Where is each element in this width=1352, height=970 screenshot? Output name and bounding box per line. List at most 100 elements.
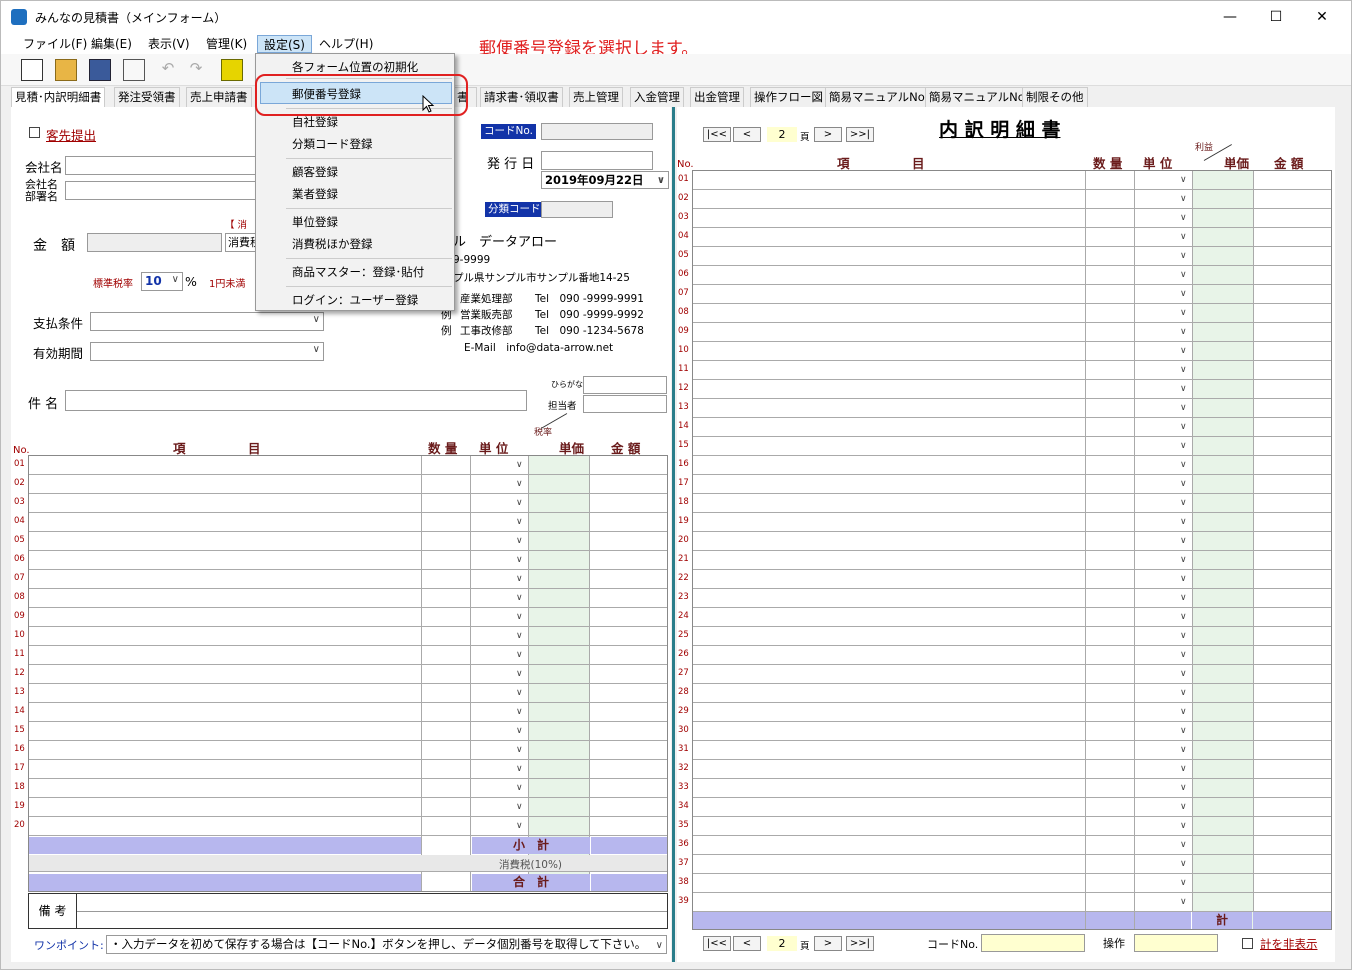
unit-dropdown-chevron-icon[interactable]: ∨ — [516, 631, 523, 641]
unit-dropdown-chevron-icon[interactable]: ∨ — [516, 726, 523, 736]
table-row[interactable] — [693, 436, 1331, 437]
unit-dropdown-chevron-icon[interactable]: ∨ — [516, 669, 523, 679]
last-page-button-bottom[interactable]: >>| — [846, 936, 874, 951]
table-row[interactable] — [693, 189, 1331, 190]
unit-dropdown-chevron-icon[interactable]: ∨ — [1180, 897, 1187, 907]
hide-total-label[interactable]: 計を非表示 — [1260, 936, 1318, 952]
menu-view[interactable]: 表示(V) — [142, 35, 196, 53]
page-number-bottom[interactable]: 2 — [767, 936, 797, 951]
last-page-button[interactable]: >>| — [846, 127, 874, 142]
table-row[interactable] — [693, 626, 1331, 627]
table-row[interactable] — [693, 455, 1331, 456]
unit-dropdown-chevron-icon[interactable]: ∨ — [1180, 764, 1187, 774]
unit-dropdown-chevron-icon[interactable]: ∨ — [1180, 479, 1187, 489]
kyakusaki-label[interactable]: 客先提出 — [46, 125, 96, 144]
table-row[interactable] — [29, 797, 667, 798]
menu-file[interactable]: ファイル(F) — [17, 35, 93, 53]
table-row[interactable] — [693, 531, 1331, 532]
table-row[interactable] — [29, 512, 667, 513]
table-row[interactable] — [693, 303, 1331, 304]
unit-dropdown-chevron-icon[interactable]: ∨ — [516, 574, 523, 584]
table-row[interactable] — [693, 550, 1331, 551]
table-row[interactable] — [29, 493, 667, 494]
unit-dropdown-chevron-icon[interactable]: ∨ — [1180, 460, 1187, 470]
save-icon[interactable] — [89, 59, 111, 81]
unit-dropdown-chevron-icon[interactable]: ∨ — [516, 688, 523, 698]
unit-dropdown-chevron-icon[interactable]: ∨ — [516, 460, 523, 470]
unit-dropdown-chevron-icon[interactable]: ∨ — [1180, 517, 1187, 527]
table-row[interactable] — [693, 645, 1331, 646]
first-page-button-bottom[interactable]: |<< — [703, 936, 731, 951]
unit-dropdown-chevron-icon[interactable]: ∨ — [1180, 251, 1187, 261]
tab-sales-request[interactable]: 売上申請書 — [186, 87, 252, 107]
tab-flow[interactable]: 操作フロー図 — [750, 87, 827, 107]
menu-item-category[interactable]: 分類コード登録 — [292, 136, 373, 152]
table-row[interactable] — [29, 816, 667, 817]
unit-dropdown-chevron-icon[interactable]: ∨ — [1180, 441, 1187, 451]
menu-edit[interactable]: 編集(E) — [85, 35, 138, 53]
table-row[interactable] — [693, 569, 1331, 570]
company-dept-input[interactable] — [65, 181, 265, 200]
tab-estimate[interactable]: 見積･内訳明細書 — [11, 87, 106, 108]
table-row[interactable] — [693, 265, 1331, 266]
unit-dropdown-chevron-icon[interactable]: ∨ — [516, 555, 523, 565]
issue-date-select[interactable]: 2019年09月22日 ∨ — [541, 171, 669, 189]
unit-dropdown-chevron-icon[interactable]: ∨ — [1180, 726, 1187, 736]
issue-date-input[interactable] — [541, 151, 653, 170]
hide-total-checkbox[interactable] — [1242, 938, 1253, 949]
unit-dropdown-chevron-icon[interactable]: ∨ — [516, 517, 523, 527]
unit-dropdown-chevron-icon[interactable]: ∨ — [1180, 289, 1187, 299]
code-no-button[interactable]: コードNo. — [481, 124, 536, 139]
table-row[interactable] — [693, 227, 1331, 228]
table-row[interactable] — [693, 284, 1331, 285]
table-row[interactable] — [693, 778, 1331, 779]
unit-dropdown-chevron-icon[interactable]: ∨ — [1180, 878, 1187, 888]
tab-manual-1[interactable]: 簡易マニュアルNo.1 — [825, 87, 940, 107]
table-row[interactable] — [29, 835, 667, 836]
clipboard-icon[interactable] — [221, 59, 243, 81]
menu-item-company[interactable]: 自社登録 — [292, 114, 338, 130]
table-row[interactable] — [693, 360, 1331, 361]
prev-page-button[interactable]: < — [733, 127, 761, 142]
unit-dropdown-chevron-icon[interactable]: ∨ — [516, 783, 523, 793]
table-row[interactable] — [693, 322, 1331, 323]
next-page-button-bottom[interactable]: > — [814, 936, 842, 951]
unit-dropdown-chevron-icon[interactable]: ∨ — [1180, 859, 1187, 869]
menu-item-vendor[interactable]: 業者登録 — [292, 186, 338, 202]
table-row[interactable] — [693, 664, 1331, 665]
payment-select[interactable]: ∨ — [90, 312, 324, 331]
unit-dropdown-chevron-icon[interactable]: ∨ — [516, 650, 523, 660]
unit-dropdown-chevron-icon[interactable]: ∨ — [1180, 802, 1187, 812]
table-row[interactable] — [693, 512, 1331, 513]
unit-dropdown-chevron-icon[interactable]: ∨ — [516, 498, 523, 508]
table-row[interactable] — [29, 740, 667, 741]
unit-dropdown-chevron-icon[interactable]: ∨ — [1180, 498, 1187, 508]
close-button[interactable]: ✕ — [1299, 5, 1345, 29]
new-file-icon[interactable] — [21, 59, 43, 81]
minimize-button[interactable]: — — [1207, 5, 1253, 29]
unit-dropdown-chevron-icon[interactable]: ∨ — [1180, 840, 1187, 850]
preview-icon[interactable] — [123, 59, 145, 81]
unit-dropdown-chevron-icon[interactable]: ∨ — [1180, 536, 1187, 546]
unit-dropdown-chevron-icon[interactable]: ∨ — [1180, 612, 1187, 622]
kyakusaki-checkbox[interactable] — [29, 127, 40, 138]
table-row[interactable] — [29, 664, 667, 665]
std-rate-select[interactable]: 10 ∨ — [141, 272, 183, 291]
open-folder-icon[interactable] — [55, 59, 77, 81]
table-row[interactable] — [693, 417, 1331, 418]
page-number[interactable]: 2 — [767, 127, 797, 142]
tab-other[interactable]: 制限その他 — [1022, 87, 1088, 107]
table-row[interactable] — [693, 892, 1331, 893]
unit-dropdown-chevron-icon[interactable]: ∨ — [516, 593, 523, 603]
table-row[interactable] — [693, 493, 1331, 494]
unit-dropdown-chevron-icon[interactable]: ∨ — [1180, 346, 1187, 356]
unit-dropdown-chevron-icon[interactable]: ∨ — [516, 821, 523, 831]
unit-dropdown-chevron-icon[interactable]: ∨ — [1180, 688, 1187, 698]
menu-item-product-master[interactable]: 商品マスター：登録･貼付 — [292, 264, 424, 280]
tab-sales-mgmt[interactable]: 売上管理 — [569, 87, 623, 107]
menu-item-unit[interactable]: 単位登録 — [292, 214, 338, 230]
unit-dropdown-chevron-icon[interactable]: ∨ — [1180, 574, 1187, 584]
company-name-input[interactable] — [65, 156, 265, 175]
staff-input[interactable] — [583, 395, 667, 413]
unit-dropdown-chevron-icon[interactable]: ∨ — [516, 802, 523, 812]
